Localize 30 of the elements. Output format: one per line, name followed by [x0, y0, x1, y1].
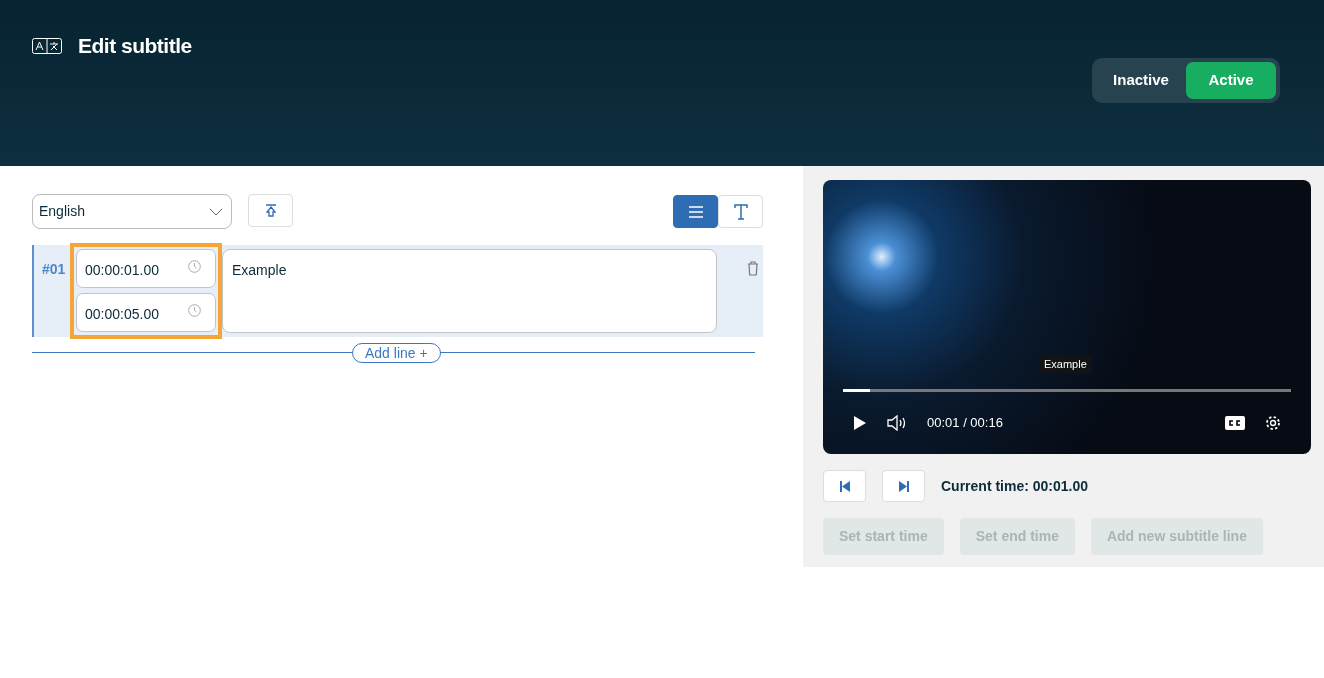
start-time-field[interactable]: 00:00:01.00 [76, 249, 216, 288]
volume-icon[interactable] [887, 414, 907, 431]
skip-forward-icon [898, 480, 909, 492]
current-time: Current time: 00:01.00 [941, 476, 1089, 496]
skip-back-icon [839, 480, 850, 492]
trash-icon[interactable] [747, 260, 759, 276]
translate-icon [32, 37, 62, 54]
clock-icon [188, 304, 201, 317]
end-time-field[interactable]: 00:00:05.00 [76, 293, 216, 332]
upload-button[interactable] [248, 194, 293, 227]
captions-icon[interactable] [1225, 415, 1245, 430]
add-line-button[interactable]: Add line + [352, 343, 441, 363]
view-toggle-button[interactable] [673, 195, 718, 228]
clock-icon [188, 260, 201, 273]
video-time: 00:01 / 00:16 [927, 414, 1003, 432]
menu-icon [687, 205, 704, 218]
subtitle-text-field[interactable]: Example [222, 249, 717, 333]
next-button[interactable] [882, 470, 925, 502]
previous-button[interactable] [823, 470, 866, 502]
language-select[interactable]: English [32, 194, 232, 229]
status-option[interactable]: Inactive [1096, 62, 1186, 99]
upload-icon [264, 203, 277, 218]
play-icon[interactable] [853, 414, 867, 431]
page-title: Edit subtitle [78, 33, 192, 59]
progress-track[interactable] [843, 389, 1291, 392]
text-icon [733, 203, 748, 220]
line-number: #01 [42, 260, 67, 279]
settings-icon[interactable] [1265, 414, 1281, 431]
video-caption: Example [1039, 355, 1092, 374]
chevron-down-icon [209, 207, 223, 216]
